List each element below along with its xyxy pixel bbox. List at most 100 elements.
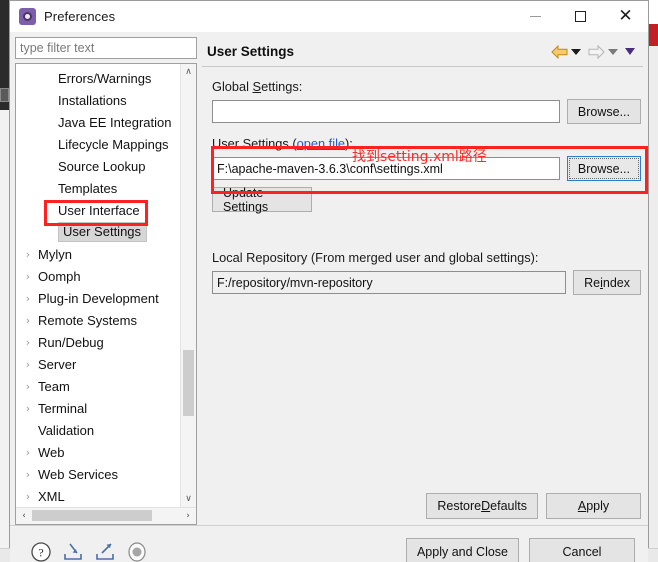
apply-and-close-button[interactable]: Apply and Close <box>405 538 519 562</box>
scrollbar-thumb-vertical[interactable] <box>183 350 194 416</box>
tree-item-label: Terminal <box>38 400 88 416</box>
chevron-right-icon[interactable]: › <box>20 270 36 283</box>
view-menu-icon[interactable] <box>625 48 635 55</box>
user-settings-browse-button[interactable]: Browse... <box>566 156 641 181</box>
sidebar-item-source-lookup[interactable]: Source Lookup <box>16 155 180 177</box>
sidebar-item-oomph[interactable]: › Oomph <box>16 265 180 287</box>
scroll-down-icon[interactable]: ∨ <box>181 491 196 507</box>
local-repository-row: F:/repository/mvn-repository Re i ndex <box>212 270 641 295</box>
tree-inner: Errors/Warnings Installations Java EE In… <box>16 64 196 507</box>
global-settings-label: Global Settings: <box>212 79 641 94</box>
scroll-left-icon[interactable]: ‹ <box>16 508 32 524</box>
global-settings-mnemonic: S <box>252 79 262 94</box>
export-preferences-icon[interactable] <box>94 541 116 562</box>
chevron-right-icon[interactable]: › <box>20 380 36 393</box>
preferences-gear-icon <box>19 8 36 25</box>
chevron-right-icon[interactable]: › <box>20 336 36 349</box>
sidebar-item-validation[interactable]: Validation <box>16 419 180 441</box>
restore-defaults-post: efaults <box>490 499 527 513</box>
tree-item-label: Team <box>38 378 70 394</box>
scroll-right-icon[interactable]: › <box>180 508 196 524</box>
page-nav-icons <box>551 44 643 59</box>
preferences-dialog: Preferences ✕ Errors/Warnings <box>9 0 649 562</box>
sidebar-item-run-debug[interactable]: › Run/Debug <box>16 331 180 353</box>
global-settings-browse-button[interactable]: Browse... <box>566 99 641 124</box>
back-arrow-icon[interactable] <box>551 44 568 59</box>
chevron-right-icon[interactable]: › <box>20 490 36 503</box>
restore-defaults-button[interactable]: Restore Defaults <box>426 493 538 519</box>
import-preferences-icon[interactable] <box>62 541 84 562</box>
filter-box[interactable] <box>15 37 197 59</box>
tree-item-label: Source Lookup <box>58 158 146 174</box>
sidebar-item-web[interactable]: › Web <box>16 441 180 463</box>
chevron-right-icon[interactable]: › <box>20 314 36 327</box>
screen-root: Preferences ✕ Errors/Warnings <box>0 0 658 562</box>
tree-item-label: Installations <box>58 92 127 108</box>
local-repository-label: Local Repository (From merged user and g… <box>212 250 539 265</box>
global-settings-input[interactable] <box>212 100 560 123</box>
sidebar-item-java-ee-integration[interactable]: Java EE Integration <box>16 111 180 133</box>
tree-item-label: User Interface <box>58 202 140 218</box>
tree-item-label: Plug-in Development <box>38 290 159 306</box>
sidebar-item-server[interactable]: › Server <box>16 353 180 375</box>
chevron-right-icon[interactable]: › <box>20 402 36 415</box>
page-title: User Settings <box>207 44 295 59</box>
reindex-button[interactable]: Re i ndex <box>573 270 641 295</box>
tree-item-label: Server <box>38 356 77 372</box>
sidebar-item-templates[interactable]: Templates <box>16 177 180 199</box>
maximize-button[interactable] <box>558 1 603 32</box>
global-settings-label-pre: Global <box>212 79 253 94</box>
show-advanced-icon[interactable] <box>126 541 148 562</box>
tree-item-label: Oomph <box>38 268 81 284</box>
sidebar-item-installations[interactable]: Installations <box>16 89 180 111</box>
chevron-right-icon[interactable]: › <box>20 468 36 481</box>
preferences-page: User Settings Global Settings: Browse...… <box>202 37 643 525</box>
sidebar-item-mylyn[interactable]: › Mylyn <box>16 243 180 265</box>
apply-button[interactable]: Apply <box>546 493 641 519</box>
sidebar-item-terminal[interactable]: › Terminal <box>16 397 180 419</box>
close-button[interactable]: ✕ <box>603 1 648 32</box>
sidebar-item-errors-warnings[interactable]: Errors/Warnings <box>16 67 180 89</box>
scroll-up-icon[interactable]: ∧ <box>181 64 196 80</box>
sidebar-item-lifecycle-mappings[interactable]: Lifecycle Mappings <box>16 133 180 155</box>
tree-list: Errors/Warnings Installations Java EE In… <box>16 64 180 507</box>
back-dropdown-icon[interactable] <box>571 48 581 55</box>
tree-item-label: Web <box>38 444 65 460</box>
dialog-footer: ? Apply and Close Cancel <box>10 526 648 562</box>
sidebar-item-plug-in-development[interactable]: › Plug-in Development <box>16 287 180 309</box>
open-file-link[interactable]: open file <box>297 136 345 151</box>
tree-item-label: Java EE Integration <box>58 114 172 130</box>
chevron-right-icon[interactable]: › <box>20 292 36 305</box>
tree-vertical-scrollbar[interactable]: ∧ ∨ <box>180 64 196 507</box>
page-action-buttons: Restore Defaults Apply <box>426 493 641 519</box>
sidebar-item-user-interface[interactable]: User Interface <box>16 199 180 221</box>
dialog-title: Preferences <box>44 9 116 24</box>
global-settings-row: Browse... <box>212 99 641 124</box>
chevron-right-icon[interactable]: › <box>20 248 36 261</box>
sidebar-item-xml[interactable]: › XML <box>16 485 180 507</box>
tree-item-label: Errors/Warnings <box>58 70 152 86</box>
minimize-button[interactable] <box>513 1 558 32</box>
tree-item-label: Templates <box>58 180 118 196</box>
apply-mnemonic: A <box>577 499 587 513</box>
sidebar-item-web-services[interactable]: › Web Services <box>16 463 180 485</box>
sidebar-item-remote-systems[interactable]: › Remote Systems <box>16 309 180 331</box>
cancel-button[interactable]: Cancel <box>529 538 635 562</box>
preferences-tree: Errors/Warnings Installations Java EE In… <box>15 63 197 525</box>
restore-defaults-mnemonic: D <box>481 499 491 513</box>
footer-buttons: Apply and Close Cancel <box>405 538 635 562</box>
tree-item-label: Validation <box>38 422 95 438</box>
search-input[interactable] <box>16 41 196 55</box>
update-settings-button[interactable]: Update Settings <box>212 186 312 214</box>
tree-horizontal-scrollbar[interactable]: ‹ › <box>16 507 196 524</box>
scrollbar-thumb-horizontal[interactable] <box>32 510 152 521</box>
tree-item-label: Mylyn <box>38 246 72 262</box>
tree-item-label: Run/Debug <box>38 334 104 350</box>
sidebar-item-team[interactable]: › Team <box>16 375 180 397</box>
chevron-right-icon[interactable]: › <box>20 358 36 371</box>
sidebar-item-user-settings[interactable]: User Settings <box>16 221 180 243</box>
chevron-right-icon[interactable]: › <box>20 446 36 459</box>
dialog-content: Errors/Warnings Installations Java EE In… <box>10 32 648 525</box>
window-controls: ✕ <box>513 1 648 32</box>
help-icon[interactable]: ? <box>30 541 52 562</box>
